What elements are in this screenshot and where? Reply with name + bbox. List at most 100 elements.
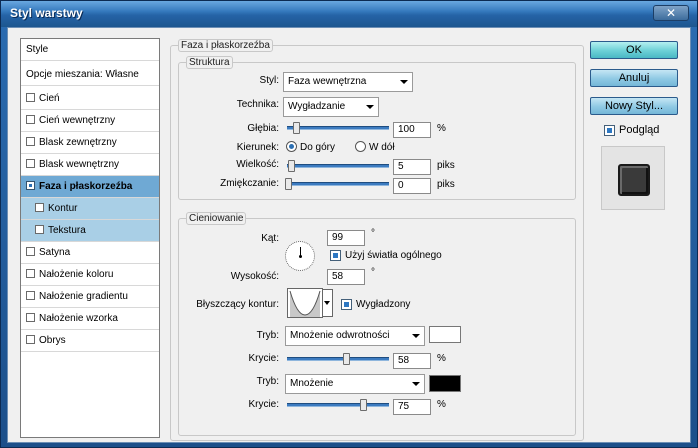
technique-label: Technika: bbox=[236, 99, 279, 110]
depth-label: Głębia: bbox=[247, 123, 279, 134]
shadow-mode-select[interactable]: Mnożenie bbox=[285, 374, 425, 394]
list-item-drop-shadow[interactable]: Cień bbox=[21, 88, 159, 110]
list-item-label: Blask zewnętrzny bbox=[39, 137, 117, 148]
select-value: Wygładzanie bbox=[288, 101, 346, 112]
list-item-contour[interactable]: Kontur bbox=[21, 198, 159, 220]
list-item-blending-options[interactable]: Opcje mieszania: Własne bbox=[21, 64, 159, 86]
slider-thumb[interactable] bbox=[288, 160, 295, 172]
depth-input[interactable]: 100 bbox=[393, 122, 431, 138]
direction-label: Kierunek: bbox=[236, 142, 279, 153]
altitude-input[interactable]: 58 bbox=[327, 269, 365, 285]
preview-label: Podgląd bbox=[619, 124, 660, 136]
close-button[interactable]: ✕ bbox=[653, 5, 689, 21]
list-item-inner-shadow[interactable]: Cień wewnętrzny bbox=[21, 110, 159, 132]
shadow-mode-label: Tryb: bbox=[256, 376, 279, 387]
chevron-down-icon[interactable] bbox=[323, 289, 333, 317]
cancel-button[interactable]: Anuluj bbox=[590, 69, 678, 87]
shadow-opacity-input[interactable]: 75 bbox=[393, 399, 431, 415]
list-item-pattern-overlay[interactable]: Nałożenie wzorka bbox=[21, 308, 159, 330]
list-item-label: Obrys bbox=[39, 335, 66, 346]
altitude-unit: ° bbox=[371, 267, 375, 278]
direction-down-radio[interactable] bbox=[355, 141, 366, 152]
soften-unit: piks bbox=[437, 179, 455, 190]
angle-input[interactable]: 99 bbox=[327, 230, 365, 246]
checkbox[interactable] bbox=[26, 335, 35, 344]
select-value: Faza wewnętrzna bbox=[288, 76, 367, 87]
altitude-label: Wysokość: bbox=[230, 271, 279, 282]
list-item-label: Nałożenie wzorka bbox=[39, 313, 118, 324]
global-light-label: Użyj światła ogólnego bbox=[345, 250, 442, 261]
style-list: Style Opcje mieszania: Własne Cień Cień … bbox=[20, 38, 160, 438]
list-item-label: Cień wewnętrzny bbox=[39, 115, 116, 126]
depth-slider[interactable] bbox=[287, 122, 389, 134]
list-item-label: Tekstura bbox=[48, 225, 86, 236]
shadow-opacity-label: Krycie: bbox=[248, 399, 279, 410]
list-item-label: Kontur bbox=[48, 203, 78, 214]
shadow-opacity-slider[interactable] bbox=[287, 399, 389, 411]
list-item-texture[interactable]: Tekstura bbox=[21, 220, 159, 242]
checkbox[interactable] bbox=[26, 291, 35, 300]
list-item-outer-glow[interactable]: Blask zewnętrzny bbox=[21, 132, 159, 154]
size-slider[interactable] bbox=[287, 160, 389, 172]
shadow-color-swatch[interactable] bbox=[429, 375, 461, 392]
direction-down-label: W dół bbox=[369, 142, 395, 153]
style-label: Styl: bbox=[259, 75, 279, 86]
highlight-opacity-input[interactable]: 58 bbox=[393, 353, 431, 369]
preview-swatch bbox=[618, 164, 650, 196]
group-title: Struktura bbox=[186, 56, 233, 69]
slider-thumb[interactable] bbox=[343, 353, 350, 365]
angle-label: Kąt: bbox=[261, 233, 279, 244]
title-bar: Styl warstwy ✕ bbox=[1, 1, 697, 27]
direction-up-radio[interactable] bbox=[286, 141, 297, 152]
global-light-checkbox[interactable] bbox=[330, 250, 341, 261]
gloss-contour-picker[interactable] bbox=[287, 288, 333, 318]
checkbox[interactable] bbox=[26, 269, 35, 278]
checkbox[interactable] bbox=[26, 159, 35, 168]
new-style-button[interactable]: Nowy Styl... bbox=[590, 97, 678, 115]
angle-unit: ° bbox=[371, 228, 375, 239]
checkbox[interactable] bbox=[26, 93, 35, 102]
slider-thumb[interactable] bbox=[285, 178, 292, 190]
anti-aliased-checkbox[interactable] bbox=[341, 299, 352, 310]
angle-dial[interactable] bbox=[285, 241, 315, 271]
list-item-stroke[interactable]: Obrys bbox=[21, 330, 159, 352]
highlight-opacity-unit: % bbox=[437, 353, 446, 364]
list-item-color-overlay[interactable]: Nałożenie koloru bbox=[21, 264, 159, 286]
checkbox[interactable] bbox=[35, 203, 44, 212]
list-item-satin[interactable]: Satyna bbox=[21, 242, 159, 264]
size-input[interactable]: 5 bbox=[393, 159, 431, 175]
style-select[interactable]: Faza wewnętrzna bbox=[283, 72, 413, 92]
slider-thumb[interactable] bbox=[293, 122, 300, 134]
list-item-bevel-emboss[interactable]: Faza i płaskorzeźba bbox=[21, 176, 159, 198]
angle-center bbox=[299, 255, 302, 258]
soften-input[interactable]: 0 bbox=[393, 178, 431, 194]
slider-thumb[interactable] bbox=[360, 399, 367, 411]
checkbox[interactable] bbox=[35, 225, 44, 234]
checkbox[interactable] bbox=[26, 313, 35, 322]
checkbox[interactable] bbox=[26, 181, 35, 190]
list-item-styles[interactable]: Style bbox=[21, 39, 159, 61]
checkbox[interactable] bbox=[26, 247, 35, 256]
highlight-opacity-slider[interactable] bbox=[287, 353, 389, 365]
size-unit: piks bbox=[437, 160, 455, 171]
group-title: Cieniowanie bbox=[186, 212, 247, 225]
layer-style-dialog: Styl warstwy ✕ Style Opcje mieszania: Wł… bbox=[0, 0, 698, 448]
soften-label: Zmiękczanie: bbox=[220, 178, 279, 189]
list-item-label: Nałożenie koloru bbox=[39, 269, 114, 280]
select-value: Mnożenie odwrotności bbox=[290, 330, 390, 341]
ok-button[interactable]: OK bbox=[590, 41, 678, 59]
soften-slider[interactable] bbox=[285, 178, 389, 190]
list-item-label: Cień bbox=[39, 93, 60, 104]
preview-checkbox[interactable] bbox=[604, 125, 615, 136]
list-item-gradient-overlay[interactable]: Nałożenie gradientu bbox=[21, 286, 159, 308]
checkbox[interactable] bbox=[26, 115, 35, 124]
highlight-mode-select[interactable]: Mnożenie odwrotności bbox=[285, 326, 425, 346]
list-item-inner-glow[interactable]: Blask wewnętrzny bbox=[21, 154, 159, 176]
checkbox[interactable] bbox=[26, 137, 35, 146]
chevron-down-icon bbox=[400, 80, 408, 84]
technique-select[interactable]: Wygładzanie bbox=[283, 97, 379, 117]
highlight-color-swatch[interactable] bbox=[429, 326, 461, 343]
list-item-label: Faza i płaskorzeźba bbox=[39, 181, 133, 192]
list-item-label: Blask wewnętrzny bbox=[39, 159, 120, 170]
chevron-down-icon bbox=[412, 382, 420, 386]
